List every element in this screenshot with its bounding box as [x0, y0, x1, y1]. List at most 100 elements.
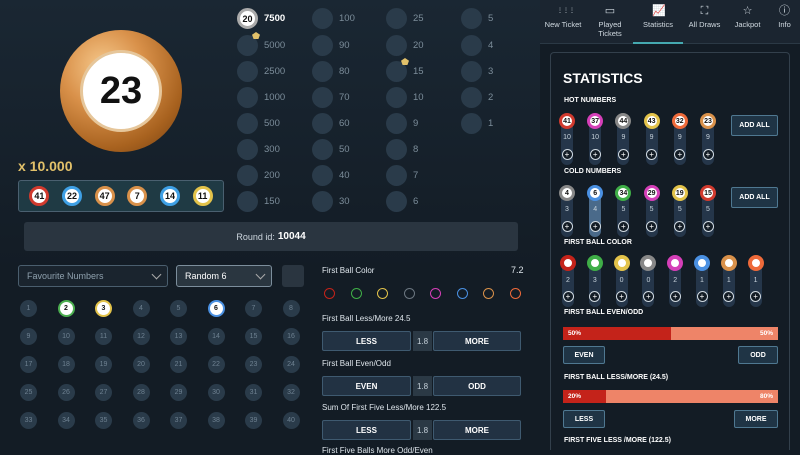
hot-count: 10	[563, 134, 571, 141]
number-cell[interactable]: 17	[20, 356, 37, 373]
cold-add-icon[interactable]: +	[561, 221, 573, 232]
hot-ball[interactable]: 23	[700, 113, 716, 129]
sum_five-right-button[interactable]: MORE	[433, 420, 521, 440]
number-cell[interactable]: 12	[132, 328, 150, 345]
number-cell[interactable]: 26	[57, 384, 75, 401]
payout-value: 25	[413, 13, 424, 24]
number-cell[interactable]: 9	[20, 328, 37, 345]
clear-button[interactable]	[282, 265, 304, 287]
hot-ball[interactable]: 32	[671, 113, 688, 129]
number-cell[interactable]: 24	[282, 356, 300, 373]
color-option[interactable]	[403, 288, 415, 299]
color-add-icon[interactable]: +	[696, 291, 708, 302]
payout-value: 15	[413, 66, 424, 77]
number-cell[interactable]: 23	[245, 356, 262, 373]
even_odd-right-button[interactable]: ODD	[433, 376, 521, 396]
less_more-left-button[interactable]: LESS	[322, 331, 411, 351]
chevron-down-icon	[255, 269, 266, 280]
color-option[interactable]	[456, 288, 468, 299]
cold-add-icon[interactable]: +	[702, 221, 714, 232]
less_more-right-button[interactable]: MORE	[433, 331, 521, 351]
hot-ball[interactable]: 43	[643, 113, 660, 129]
tab-all-draws[interactable]: ⛶ All Draws	[683, 0, 726, 44]
number-cell[interactable]: 6	[207, 300, 225, 317]
payout-value: 8	[413, 144, 419, 155]
sum_five-left-button[interactable]: LESS	[322, 420, 411, 440]
favourite-numbers-select[interactable]: Favourite Numbers	[18, 265, 168, 287]
number-cell[interactable]: 14	[207, 328, 225, 345]
tab-jackpot[interactable]: ☆ Jackpot	[726, 0, 769, 44]
number-cell[interactable]: 7	[245, 300, 262, 317]
color-add-icon[interactable]: +	[562, 291, 574, 302]
color-option[interactable]	[377, 288, 388, 299]
hot-add-icon[interactable]: +	[561, 149, 573, 160]
number-cell[interactable]: 10	[57, 328, 75, 345]
number-cell[interactable]: 33	[20, 412, 37, 429]
cold-add-icon[interactable]: +	[617, 221, 629, 232]
number-cell[interactable]: 15	[245, 328, 262, 345]
tab-new-ticket[interactable]: ⋮⋮⋮ New Ticket	[540, 0, 586, 44]
number-cell[interactable]: 39	[245, 412, 262, 429]
cold-add-icon[interactable]: +	[589, 221, 601, 232]
odd-button[interactable]: ODD	[738, 346, 778, 364]
hot-add-icon[interactable]: +	[589, 149, 601, 160]
payout-value: 9	[413, 118, 419, 129]
tab-statistics[interactable]: 📈 Statistics	[633, 0, 683, 44]
number-cell[interactable]: 16	[282, 328, 300, 345]
less-button[interactable]: LESS	[563, 410, 605, 428]
color-option[interactable]	[430, 288, 441, 299]
number-cell[interactable]: 32	[282, 384, 300, 401]
cold-ball[interactable]: 15	[700, 185, 716, 201]
random-select[interactable]: Random 6	[176, 265, 272, 287]
number-cell[interactable]: 3	[95, 300, 112, 317]
number-cell[interactable]: 4	[132, 300, 150, 317]
number-cell[interactable]: 19	[95, 356, 112, 373]
color-option[interactable]	[483, 288, 494, 299]
even-button[interactable]: EVEN	[563, 346, 605, 364]
even_odd-left-button[interactable]: EVEN	[322, 376, 411, 396]
cold-ball[interactable]: 19	[671, 185, 688, 201]
hot-count: 9	[621, 134, 626, 141]
payout-ball	[386, 113, 407, 134]
hot-add-icon[interactable]: +	[702, 149, 714, 160]
number-cell[interactable]: 36	[132, 412, 150, 429]
number-cell[interactable]: 25	[20, 384, 37, 401]
number-cell[interactable]: 20	[132, 356, 150, 373]
number-cell[interactable]: 11	[95, 328, 112, 345]
tab-played-tickets[interactable]: ▭ Played Tickets	[587, 0, 633, 44]
color-add-icon[interactable]: +	[642, 291, 654, 302]
number-cell[interactable]: 29	[170, 384, 187, 401]
number-cell[interactable]: 34	[57, 412, 75, 429]
number-cell[interactable]: 31	[245, 384, 262, 401]
number-cell[interactable]: 27	[95, 384, 112, 401]
number-cell[interactable]: 30	[207, 384, 225, 401]
payout-value: 40	[339, 170, 350, 181]
number-cell[interactable]: 8	[282, 300, 300, 317]
number-cell[interactable]: 35	[95, 412, 112, 429]
cold-ball[interactable]: 4	[559, 185, 575, 201]
hot-add-icon[interactable]: +	[617, 149, 629, 160]
number-cell[interactable]: 1	[20, 300, 37, 317]
number-cell[interactable]: 37	[170, 412, 187, 429]
number-cell[interactable]: 13	[170, 328, 187, 345]
color-option[interactable]	[350, 288, 362, 299]
number-cell[interactable]: 28	[132, 384, 150, 401]
number-cell[interactable]: 40	[282, 412, 300, 429]
payout-ball	[312, 191, 333, 212]
add-all-hot-button[interactable]: ADD ALL	[731, 115, 778, 136]
color-option[interactable]	[324, 288, 335, 299]
tab-info[interactable]: ⓘ Info	[769, 0, 800, 44]
number-cell[interactable]: 18	[57, 356, 75, 373]
number-cell[interactable]: 22	[207, 356, 225, 373]
color-add-icon[interactable]: +	[669, 291, 681, 302]
color-option[interactable]	[509, 288, 521, 299]
number-cell[interactable]: 5	[170, 300, 187, 317]
number-cell[interactable]: 21	[170, 356, 187, 373]
number-cell[interactable]: 2	[57, 300, 75, 317]
hot-ball[interactable]: 41	[559, 113, 575, 129]
more-button[interactable]: MORE	[734, 410, 778, 428]
cold-ball[interactable]: 29	[643, 185, 660, 201]
payout-ball	[461, 61, 482, 82]
number-cell[interactable]: 38	[207, 412, 225, 429]
add-all-cold-button[interactable]: ADD ALL	[731, 187, 778, 208]
